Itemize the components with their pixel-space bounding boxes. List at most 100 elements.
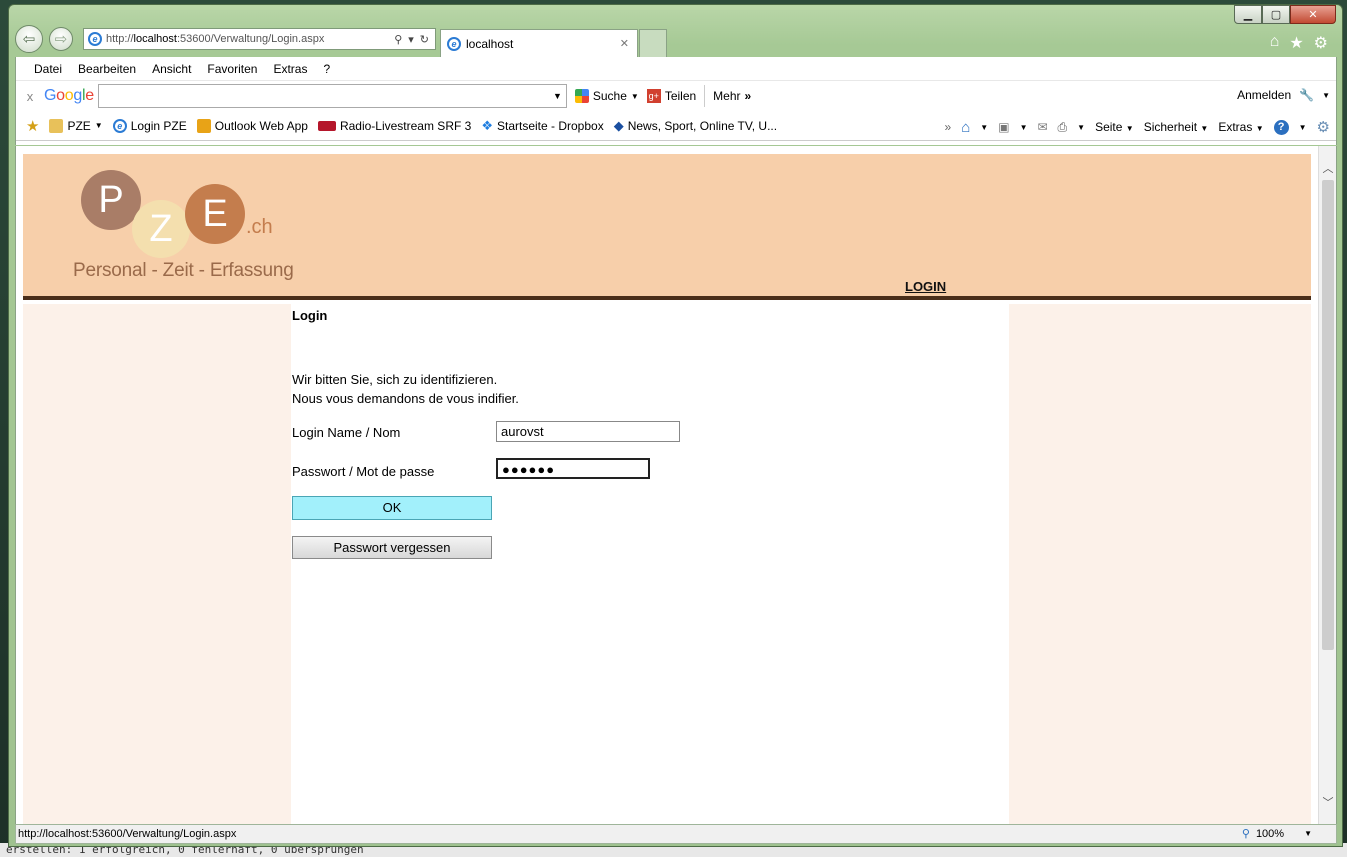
more-favorites-icon[interactable]: »	[945, 120, 952, 134]
search-icon[interactable]: ⚲	[394, 33, 402, 46]
google-suche-button[interactable]: Suche ▼	[574, 89, 639, 103]
menu-bearbeiten[interactable]: Bearbeiten	[78, 62, 136, 76]
google-signin-area: Anmelden 🔧 ▼	[1237, 88, 1330, 102]
google-apps-icon	[574, 89, 589, 103]
ie-page-icon: e	[112, 118, 127, 133]
right-column	[1009, 304, 1311, 824]
chevron-down-icon[interactable]: ▼	[1322, 91, 1330, 100]
chevron-down-icon[interactable]: ▼	[1020, 123, 1028, 132]
srf-icon	[317, 120, 336, 131]
chevron-down-icon: ▼	[630, 91, 639, 101]
suche-label: Suche	[592, 89, 627, 103]
home-icon[interactable]: ⌂	[961, 119, 970, 136]
new-tab-button[interactable]	[639, 29, 667, 57]
intro-french: Nous vous demandons de vous indifier.	[292, 391, 519, 406]
ie-page-icon: e	[88, 32, 102, 46]
chevron-down-icon[interactable]: ▼	[1299, 123, 1307, 132]
page-viewport: P Z E .ch Personal - Zeit - Erfassung LO…	[15, 146, 1337, 824]
seite-menu[interactable]: Seite ▼	[1095, 120, 1134, 134]
minimize-button[interactable]: ▁	[1234, 5, 1262, 24]
anmelden-link[interactable]: Anmelden	[1237, 88, 1291, 102]
fav-label: Startseite - Dropbox	[496, 118, 604, 133]
google-logo: Google	[44, 87, 94, 104]
mail-icon[interactable]: ✉	[1037, 120, 1047, 134]
google-search-input[interactable]: ▼	[97, 84, 567, 108]
chevron-down-icon: ▼	[1255, 124, 1264, 133]
chevron-down-icon[interactable]: ﹀	[1321, 794, 1335, 810]
chevron-down-icon[interactable]: ▼	[553, 91, 562, 101]
extras-menu[interactable]: Extras ▼	[1218, 120, 1263, 134]
browser-window: ▁ ▢ ✕ ⇦ ⇨ e http://localhost:53600/Verwa…	[8, 4, 1343, 847]
url-path: :53600/Verwaltung/Login.aspx	[176, 33, 325, 45]
ok-button[interactable]: OK	[292, 496, 492, 520]
gear-icon[interactable]: ⚙	[1314, 33, 1328, 53]
address-url[interactable]: http://localhost:53600/Verwaltung/Login.…	[106, 33, 394, 45]
fav-radio-srf3[interactable]: Radio-Livestream SRF 3	[317, 119, 471, 133]
zoom-control[interactable]: ⚲ 100% ▼	[1242, 825, 1336, 843]
home-icon[interactable]: ⌂	[1270, 33, 1280, 53]
help-icon[interactable]: ?	[1273, 119, 1289, 135]
outlook-icon	[196, 118, 211, 133]
maximize-button[interactable]: ▢	[1262, 5, 1290, 24]
zoom-icon: ⚲	[1241, 828, 1250, 840]
fav-news[interactable]: ◆ News, Sport, Online TV, U...	[614, 118, 777, 134]
left-column	[23, 304, 291, 824]
sicherheit-label: Sicherheit	[1143, 120, 1198, 134]
tab-close-icon[interactable]: ✕	[620, 37, 629, 50]
print-icon[interactable]: ⎙	[1058, 120, 1068, 135]
fav-pze-folder[interactable]: PZE ▼	[49, 118, 103, 133]
nav-login-link[interactable]: LOGIN	[905, 279, 946, 294]
google-plus-icon: g+	[646, 89, 661, 103]
google-mehr-button[interactable]: Mehr »	[713, 89, 751, 103]
menu-favoriten[interactable]: Favoriten	[207, 62, 257, 76]
google-toolbar: x Google ▼ Suche ▼ g+ Teilen Mehr » Anme…	[16, 81, 1336, 111]
refresh-icon[interactable]: ↻	[420, 33, 429, 46]
logo-suffix: .ch	[246, 216, 273, 238]
password-input[interactable]: ●●●●●●	[496, 458, 650, 479]
username-input[interactable]: aurovst	[496, 421, 680, 442]
tab-title: localhost	[466, 36, 514, 51]
menu-help[interactable]: ?	[323, 62, 330, 76]
ie-tab-icon: e	[447, 36, 461, 51]
close-toolbar-icon[interactable]: x	[20, 89, 40, 104]
sicherheit-menu[interactable]: Sicherheit ▼	[1144, 120, 1209, 134]
star-icon[interactable]: ★	[1289, 33, 1303, 53]
chevron-down-icon[interactable]: ▼	[1077, 123, 1085, 132]
fav-dropbox[interactable]: ❖ Startseite - Dropbox	[481, 118, 603, 134]
dropdown-icon[interactable]: ▾	[408, 33, 414, 46]
status-bar: http://localhost:53600/Verwaltung/Login.…	[15, 824, 1337, 844]
fav-outlook-web-app[interactable]: Outlook Web App	[196, 118, 308, 133]
folder-icon	[49, 118, 64, 133]
wrench-icon[interactable]: 🔧	[1299, 88, 1314, 102]
url-prefix: http://	[106, 33, 134, 45]
chevron-up-icon[interactable]: ︿	[1321, 160, 1335, 176]
back-button[interactable]: ⇦	[15, 25, 43, 53]
tab-localhost[interactable]: e localhost ✕	[440, 29, 638, 57]
fav-label: Outlook Web App	[214, 118, 308, 133]
gear-icon[interactable]: ⚙	[1317, 118, 1330, 136]
google-teilen-button[interactable]: g+ Teilen	[646, 89, 697, 103]
chevron-down-icon: ▼	[1304, 829, 1312, 838]
rss-icon[interactable]: ▣	[998, 120, 1009, 134]
url-host: localhost	[133, 33, 177, 45]
fav-login-pze[interactable]: e Login PZE	[112, 118, 187, 133]
page-title: Login	[292, 308, 328, 323]
chevron-down-icon: ▼	[1125, 124, 1134, 133]
forgot-password-button[interactable]: Passwort vergessen	[292, 536, 492, 559]
logo-circle-e: E	[185, 184, 245, 244]
menu-ansicht[interactable]: Ansicht	[152, 62, 191, 76]
vertical-scrollbar[interactable]: ︿ ﹀	[1318, 146, 1336, 824]
address-bar[interactable]: e http://localhost:53600/Verwaltung/Logi…	[83, 28, 436, 50]
add-favorite-icon[interactable]: ★	[26, 117, 39, 135]
menu-datei[interactable]: Datei	[34, 62, 62, 76]
close-window-button[interactable]: ✕	[1290, 5, 1336, 24]
forward-button[interactable]: ⇨	[49, 27, 73, 51]
scrollbar-thumb[interactable]	[1322, 180, 1334, 650]
toolbar-separator	[704, 85, 706, 107]
status-url: http://localhost:53600/Verwaltung/Login.…	[18, 828, 237, 840]
chevron-down-icon[interactable]: ▼	[980, 123, 988, 132]
menu-extras[interactable]: Extras	[273, 62, 307, 76]
double-chevron-right-icon: »	[744, 89, 752, 103]
logo-circle-z: Z	[132, 200, 190, 258]
teilen-label: Teilen	[664, 89, 697, 103]
